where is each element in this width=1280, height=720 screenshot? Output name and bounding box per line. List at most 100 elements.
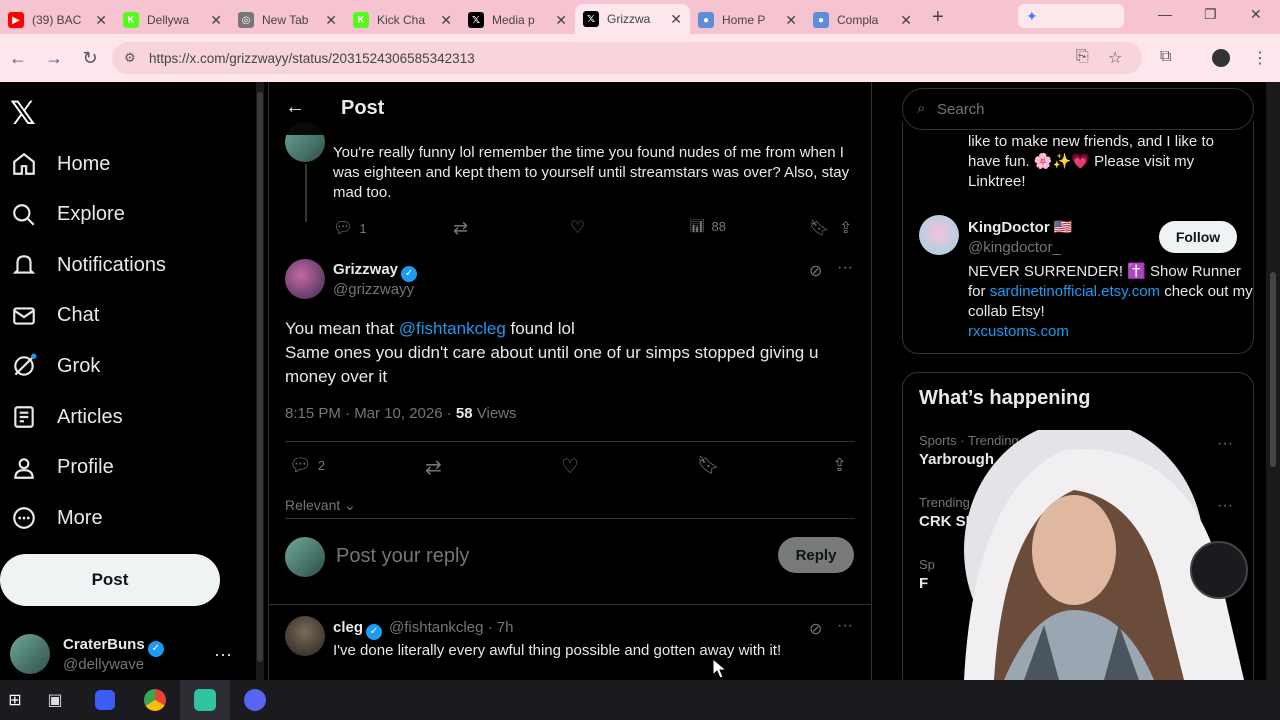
install-app-icon[interactable]: ⎘ [1076,48,1089,66]
browser-tab[interactable]: ● Compla ✕ [805,6,920,34]
etsy-link[interactable]: sardinetinofficial.etsy.com [990,283,1160,300]
reply-button[interactable]: Reply [778,537,854,573]
windows-taskbar: ⊞ ▣ [0,680,1280,720]
sort-dropdown[interactable]: Relevant ⌄ [285,497,356,514]
url-bar[interactable]: ⚙ https://x.com/grizzwayy/status/2031524… [112,42,1142,74]
chrome-icon[interactable] [130,680,180,720]
like-icon[interactable]: ♡ [570,218,585,238]
more-dots-icon[interactable]: ··· [837,617,853,635]
left-scrollbar[interactable] [256,82,264,680]
thread-line [305,164,307,222]
extensions-icon[interactable]: ⧉ [1160,48,1171,66]
browser-tab[interactable]: ▶ (39) BAC ✕ [0,6,115,34]
reload-icon[interactable]: ↻ [72,48,108,69]
app-icon-blue[interactable] [80,680,130,720]
reply-action[interactable]: 💬︎ 2 [289,455,325,476]
suggest-name[interactable]: KingDoctor 🇺🇸 [968,218,1073,236]
account-switcher[interactable]: CraterBuns ✓ @dellywave ··· [10,634,240,678]
repost-icon[interactable]: ⇄ [453,218,468,239]
browser-tab[interactable]: K Dellywa ✕ [115,6,230,34]
divider [285,441,855,442]
site-info-icon[interactable]: ⚙ [124,50,136,66]
page-title: Post [341,97,385,119]
rxcustoms-link[interactable]: rxcustoms.com [968,323,1069,340]
avatar[interactable] [285,259,325,299]
repost-icon[interactable]: ⇄ [425,455,442,480]
grok-icon[interactable]: ⊘ [809,619,822,639]
author-name[interactable]: Grizzway ✓ [333,261,418,282]
bookmark-icon[interactable]: 🔖︎ [809,218,829,238]
new-tab-button[interactable]: + [932,6,944,29]
browser-tab[interactable]: K Kick Cha ✕ [345,6,460,34]
nav-item-notifications[interactable]: Notifications [10,251,166,279]
back-arrow-icon[interactable]: ← [285,96,305,119]
back-arrow-icon[interactable]: ← [0,48,36,69]
task-view-icon[interactable]: ▣ [30,680,80,720]
share-icon[interactable]: ⇪ [839,218,852,238]
search-icon [10,201,38,229]
minimize-icon[interactable]: — [1158,6,1172,22]
close-tab-icon[interactable]: ✕ [900,12,912,29]
search-icon: ⌕ [917,100,926,117]
close-tab-icon[interactable]: ✕ [325,12,337,29]
windows-start-icon[interactable]: ⊞ [0,680,30,720]
browser-tab[interactable]: 𝕏 Grizzwa ✕ [575,4,690,34]
nav-item-articles[interactable]: Articles [10,403,123,431]
gemini-button[interactable]: ✦ [1018,4,1124,28]
close-tab-icon[interactable]: ✕ [785,12,797,29]
follow-button[interactable]: Follow [1159,221,1237,253]
like-icon[interactable]: ♡ [561,454,579,479]
article-icon [10,403,38,431]
discord-icon[interactable] [230,680,280,720]
x-logo-icon[interactable]: 𝕏 [10,94,36,132]
forward-arrow-icon[interactable]: → [36,48,72,69]
bell-icon [10,251,38,279]
nav-item-more[interactable]: More [10,504,103,532]
close-tab-icon[interactable]: ✕ [555,12,567,29]
restore-icon[interactable]: ❐ [1204,6,1217,23]
focused-tweet: Grizzway ✓ @grizzwayy ⊘ ··· You mean that… [269,257,871,517]
author-meta: @fishtankcleg · 7h [389,619,514,636]
tab-favicon-icon: ▶ [8,12,24,28]
nav-item-profile[interactable]: Profile [10,454,114,482]
close-tab-icon[interactable]: ✕ [210,12,222,29]
nav-item-chat[interactable]: Chat [10,302,99,330]
more-dots-icon[interactable]: ··· [214,644,232,665]
nav-item-explore[interactable]: Explore [10,201,125,229]
views-action[interactable]: 📊︎ 88 [689,218,726,234]
mail-icon [10,302,38,330]
primary-navigation: 𝕏 Home Explore Notifications Chat Grok Articl… [0,82,255,680]
share-icon[interactable]: ⇪ [832,455,847,476]
close-tab-icon[interactable]: ✕ [95,12,107,29]
more-dots-icon[interactable]: ··· [837,259,853,277]
reply-input[interactable]: Post your reply [336,545,469,568]
avatar[interactable] [919,215,959,255]
post-button[interactable]: Post [0,554,220,606]
close-tab-icon[interactable]: ✕ [670,11,682,28]
tab-favicon-icon: 𝕏 [468,12,484,28]
nav-item-home[interactable]: Home [10,150,110,178]
tweet-text: You mean that @fishtankcleg found lol Sa… [285,319,819,386]
menu-kebab-icon[interactable]: ⋮ [1252,48,1268,68]
suggest-handle: @kingdoctor_ [968,239,1061,256]
nav-item-grok[interactable]: Grok [10,352,100,380]
mention-link[interactable]: @fishtankcleg [399,319,506,338]
tab-title: Dellywa [147,13,190,27]
close-tab-icon[interactable]: ✕ [440,12,452,29]
browser-tab[interactable]: ◎ New Tab ✕ [230,6,345,34]
parent-tweet[interactable]: You're really funny lol remember the tim… [269,122,871,242]
browser-tab[interactable]: 𝕏 Media p ✕ [460,6,575,34]
grok-icon[interactable]: ⊘ [809,261,822,281]
author-handle[interactable]: @grizzwayy [333,281,414,298]
reply-action[interactable]: 💬︎ 1 [333,218,367,238]
avatar[interactable] [285,616,325,656]
bookmark-star-icon[interactable]: ☆ [1108,48,1122,68]
streamlabs-icon[interactable] [180,680,230,720]
tab-title: (39) BAC [32,13,82,27]
browser-tab[interactable]: ● Home P ✕ [690,6,805,34]
close-window-icon[interactable]: ✕ [1250,6,1262,23]
profile-avatar-icon[interactable] [1212,49,1230,67]
author-name[interactable]: cleg ✓ [333,619,383,640]
bookmark-icon[interactable]: 🔖︎ [697,455,720,476]
reply-tweet[interactable]: cleg ✓ @fishtankcleg · 7h ⊘ ··· I've done… [269,606,871,680]
